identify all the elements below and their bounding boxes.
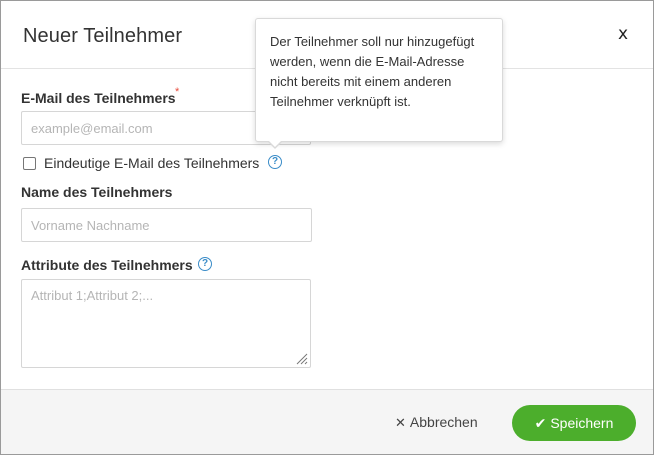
tooltip-arrow-fill: [268, 140, 282, 147]
save-label: Speichern: [550, 415, 614, 431]
name-input[interactable]: [21, 208, 312, 242]
resize-grip-icon[interactable]: [296, 353, 308, 365]
email-label: E-Mail des Teilnehmers: [21, 90, 176, 106]
help-icon[interactable]: ?: [268, 155, 282, 169]
attributes-textarea[interactable]: [21, 279, 311, 368]
dialog-footer: ✕ Abbrechen ✔ Speichern: [1, 389, 653, 454]
check-icon: ✔: [534, 416, 547, 432]
times-icon: ✕: [395, 416, 406, 431]
dialog-title: Neuer Teilnehmer: [23, 25, 183, 47]
unique-email-checkbox[interactable]: [23, 157, 36, 170]
close-button[interactable]: x: [618, 24, 628, 44]
cancel-button[interactable]: ✕ Abbrechen: [395, 414, 478, 431]
cancel-label: Abbrechen: [409, 414, 478, 430]
new-participant-dialog: Neuer Teilnehmer x Der Teilnehmer soll n…: [0, 0, 654, 455]
help-icon[interactable]: ?: [198, 257, 212, 271]
save-button[interactable]: ✔ Speichern: [512, 405, 636, 441]
unique-email-label[interactable]: Eindeutige E-Mail des Teilnehmers: [44, 155, 259, 171]
name-label: Name des Teilnehmers: [21, 184, 173, 200]
attributes-label: Attribute des Teilnehmers: [21, 257, 193, 273]
required-marker: *: [175, 86, 180, 98]
unique-email-tooltip: Der Teilnehmer soll nur hinzugefügt werd…: [255, 18, 503, 142]
